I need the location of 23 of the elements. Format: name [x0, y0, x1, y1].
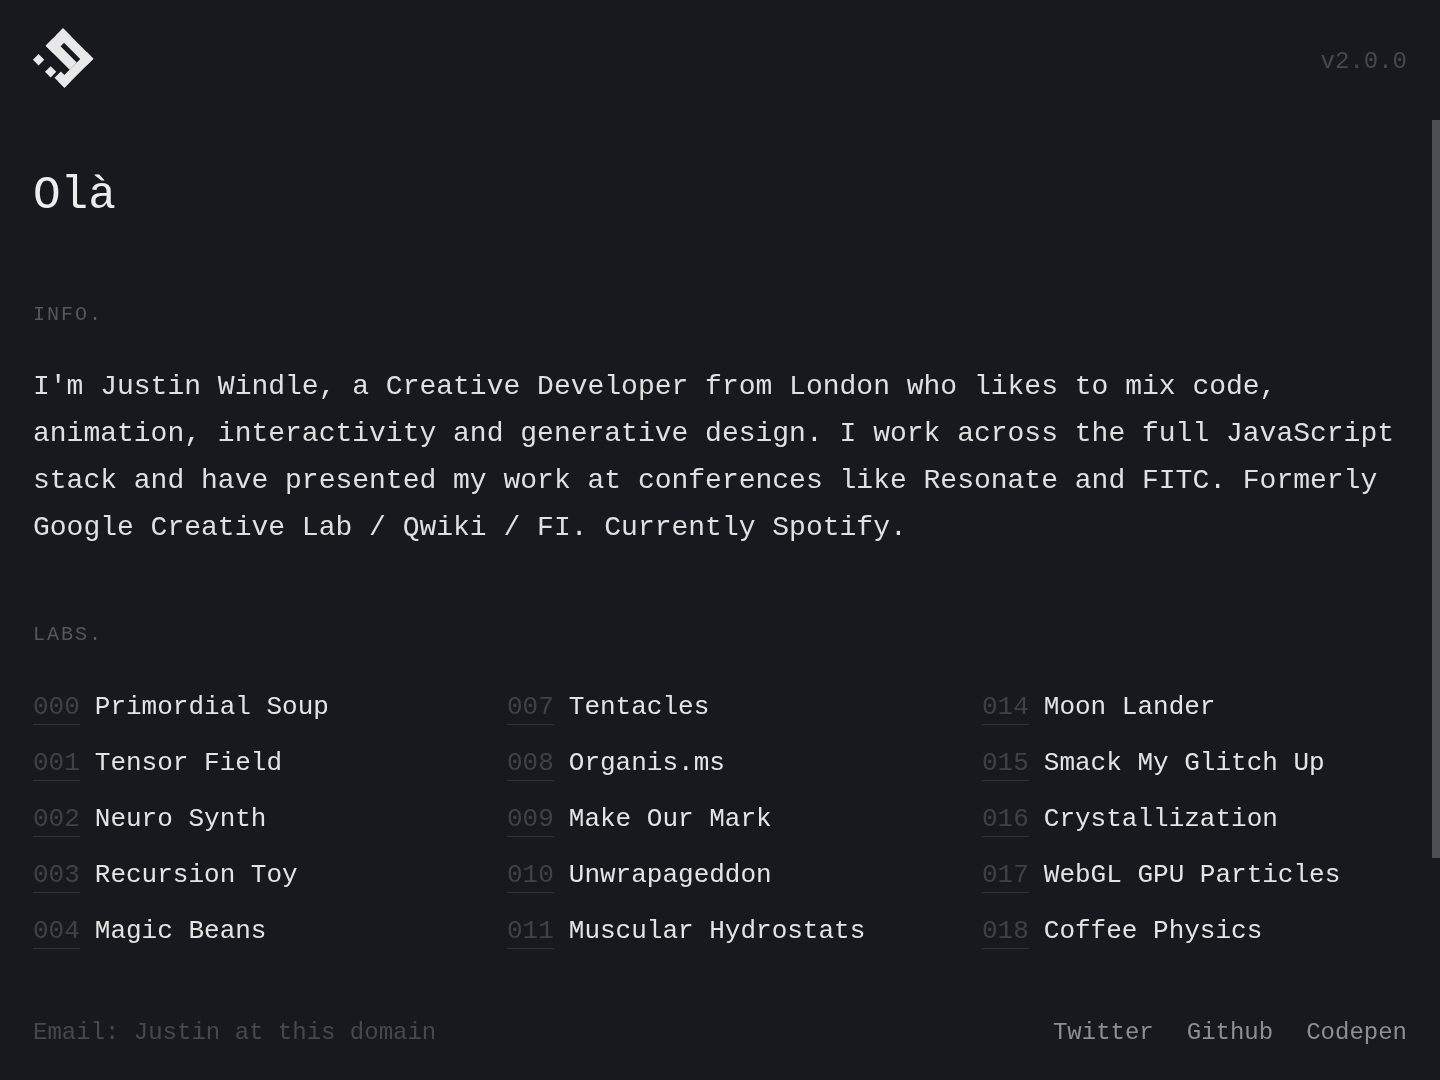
footer-link[interactable]: Github [1186, 1018, 1274, 1047]
lab-link[interactable]: Magic Beans [94, 916, 267, 949]
section-label: LABS. [33, 623, 103, 647]
lab-link[interactable]: Muscular Hydrostats [568, 916, 866, 949]
section-label: INFO. [33, 303, 103, 327]
lab-link[interactable]: Neuro Synth [94, 804, 267, 837]
greeting-heading: Olà [33, 173, 116, 219]
lab-link[interactable]: Unwrapageddon [568, 860, 772, 893]
lab-link[interactable]: Recursion Toy [94, 860, 298, 893]
lab-link[interactable]: Crystallization [1043, 804, 1278, 837]
scrollbar-thumb[interactable] [1432, 120, 1440, 858]
lab-link[interactable]: Make Our Mark [568, 804, 772, 837]
lab-link[interactable]: WebGL GPU Particles [1043, 860, 1341, 893]
lab-link[interactable]: Coffee Physics [1043, 916, 1263, 949]
lab-link[interactable]: Organis.ms [568, 748, 725, 781]
footer-link[interactable]: Codepen [1306, 1018, 1407, 1047]
lab-link[interactable]: Tentacles [568, 692, 710, 725]
lab-link[interactable]: Smack My Glitch Up [1043, 748, 1325, 781]
footer-link[interactable]: Twitter [1052, 1018, 1154, 1047]
lab-link[interactable]: Moon Lander [1043, 692, 1216, 725]
lab-link[interactable]: Tensor Field [94, 748, 283, 781]
intro-paragraph: I'm Justin Windle, a Creative Developer from London who likes to mix code, animation, interactivity and generative design. I work across the full JavaScript stack and have presented my work at conferences like Resonate and FITC. Formerly Google Creative Lab / Qwiki / FI. Currently Spotify. [33, 370, 1396, 545]
lab-link[interactable]: Primordial Soup [94, 692, 329, 725]
